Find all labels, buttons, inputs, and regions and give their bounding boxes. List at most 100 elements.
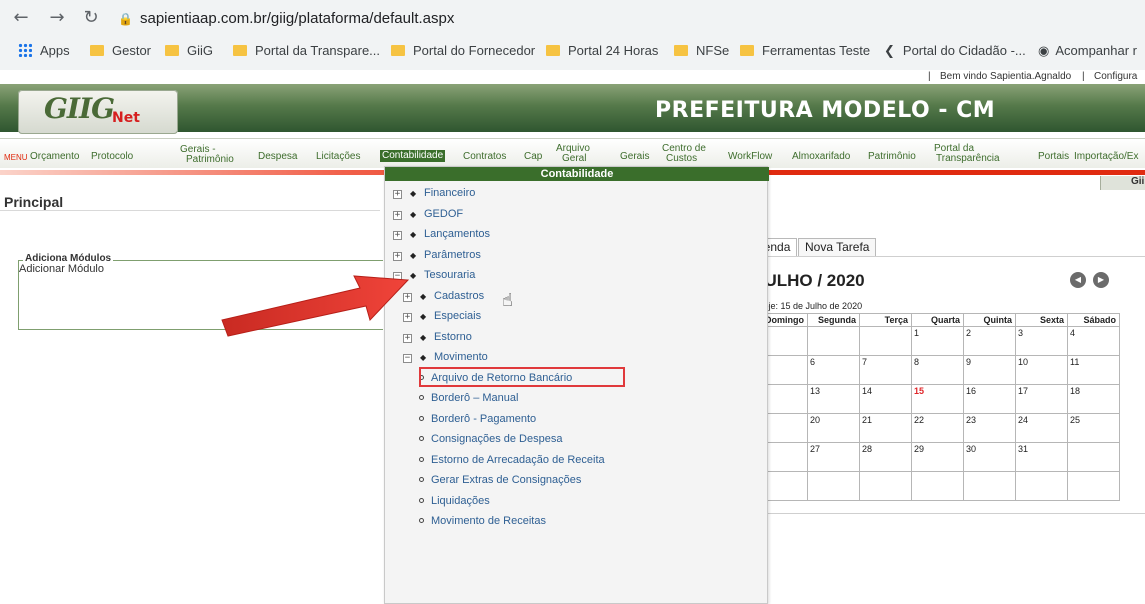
- separator: |: [1082, 71, 1085, 82]
- menu-item-workflow[interactable]: WorkFlow: [728, 152, 772, 162]
- tab-nova-tarefa[interactable]: Nova Tarefa: [798, 238, 877, 256]
- calendar-day[interactable]: 2: [963, 326, 1016, 356]
- bookmark-portal-fornecedor[interactable]: Portal do Fornecedor: [391, 42, 535, 60]
- menu-item-arquivo-geral-line2[interactable]: Geral: [562, 154, 586, 164]
- bookmark-apps[interactable]: Apps: [18, 42, 70, 60]
- calendar-day[interactable]: 30: [963, 442, 1016, 472]
- calendar-body: 1234567891011121314151617181920212223242…: [755, 326, 1120, 501]
- bookmark-portal-transparencia[interactable]: Portal da Transpare...: [233, 42, 380, 60]
- menu-item-orcamento[interactable]: Orçamento: [30, 152, 79, 162]
- menu-item-almoxarifado[interactable]: Almoxarifado: [792, 152, 850, 162]
- calendar-day[interactable]: [807, 326, 860, 356]
- next-month-icon[interactable]: ▶: [1093, 272, 1109, 288]
- menu-item-contratos[interactable]: Contratos: [463, 152, 506, 162]
- calendar-day[interactable]: [911, 471, 964, 501]
- menu-tree-item[interactable]: Liquidações: [419, 493, 490, 509]
- calendar-day[interactable]: 17: [1015, 384, 1068, 414]
- collapse-icon[interactable]: −: [403, 354, 412, 363]
- forward-arrow-icon[interactable]: →: [46, 7, 68, 29]
- menu-tree-item[interactable]: Estorno de Arrecadação de Receita: [419, 452, 605, 468]
- calendar-day[interactable]: [1067, 442, 1120, 472]
- calendar-day[interactable]: 10: [1015, 355, 1068, 385]
- calendar-day[interactable]: 18: [1067, 384, 1120, 414]
- bookmark-ferramentas-teste[interactable]: Ferramentas Teste: [740, 42, 870, 60]
- calendar-day[interactable]: 4: [1067, 326, 1120, 356]
- menu-item-gerais-patrimonio-line2[interactable]: Patrimônio: [186, 155, 234, 165]
- menu-item-importacao[interactable]: Importação/Ex: [1074, 152, 1138, 162]
- menu-tree-item[interactable]: + ◆ Lançamentos: [393, 226, 490, 242]
- calendar-day[interactable]: 9: [963, 355, 1016, 385]
- diamond-bullet-icon: ◆: [410, 209, 417, 219]
- calendar-day[interactable]: [963, 471, 1016, 501]
- menu-tree-item[interactable]: Gerar Extras de Consignações: [419, 472, 581, 488]
- menu-item-patrimonio[interactable]: Patrimônio: [868, 152, 916, 162]
- bookmark-portal-cidadao[interactable]: ❮ Portal do Cidadão -...: [884, 42, 1026, 60]
- calendar-day[interactable]: [1067, 471, 1120, 501]
- menu-item-cap[interactable]: Cap: [524, 152, 542, 162]
- expand-icon[interactable]: +: [393, 210, 402, 220]
- menu-item-centro-custos-line2[interactable]: Custos: [666, 154, 697, 164]
- add-module-link[interactable]: Adicionar Módulo: [19, 263, 104, 275]
- menu-item-despesa[interactable]: Despesa: [258, 152, 297, 162]
- calendar-day[interactable]: 8: [911, 355, 964, 385]
- menu-tree-item[interactable]: − ◆ Movimento: [403, 349, 488, 365]
- menu-tree-label: Estorno: [434, 330, 472, 343]
- url-field[interactable]: 🔒 sapientiaap.com.br/giig/plataforma/defa…: [118, 5, 1145, 33]
- calendar-day[interactable]: 27: [807, 442, 860, 472]
- expand-icon[interactable]: +: [393, 231, 402, 240]
- folder-icon: [90, 45, 104, 56]
- calendar-day[interactable]: 24: [1015, 413, 1068, 443]
- config-link[interactable]: Configura: [1094, 71, 1137, 82]
- calendar-day[interactable]: 25: [1067, 413, 1120, 443]
- calendar-day[interactable]: 11: [1067, 355, 1120, 385]
- calendar-day[interactable]: 1: [911, 326, 964, 356]
- menu-tree-item[interactable]: Borderô – Manual: [419, 390, 518, 406]
- calendar-day[interactable]: 7: [859, 355, 912, 385]
- calendar-day[interactable]: 28: [859, 442, 912, 472]
- calendar-day[interactable]: [859, 326, 912, 356]
- menu-item-gerais[interactable]: Gerais: [620, 152, 649, 162]
- menu-item-contabilidade[interactable]: Contabilidade: [380, 150, 446, 162]
- calendar-day[interactable]: 23: [963, 413, 1016, 443]
- calendar-day[interactable]: [859, 471, 912, 501]
- menu-tree-item[interactable]: + ◆ Cadastros: [403, 288, 484, 304]
- calendar-day[interactable]: 29: [911, 442, 964, 472]
- folder-icon: [740, 45, 754, 56]
- calendar-day[interactable]: 13: [807, 384, 860, 414]
- menu-item-protocolo[interactable]: Protocolo: [91, 152, 133, 162]
- calendar-day[interactable]: 31: [1015, 442, 1068, 472]
- bookmark-giig[interactable]: GiiG: [165, 42, 213, 60]
- calendar-day[interactable]: 21: [859, 413, 912, 443]
- back-arrow-icon[interactable]: ←: [10, 7, 32, 29]
- prev-month-icon[interactable]: ◀: [1070, 272, 1086, 288]
- menu-item-portal-transparencia-line2[interactable]: Transparência: [936, 154, 1000, 164]
- menu-tree-item[interactable]: + ◆ GEDOF: [393, 206, 463, 222]
- menu-tree-item[interactable]: Movimento de Receitas: [419, 513, 546, 529]
- calendar-day[interactable]: 3: [1015, 326, 1068, 356]
- calendar-day[interactable]: 16: [963, 384, 1016, 414]
- calendar-day[interactable]: [1015, 471, 1068, 501]
- menu-item-portais[interactable]: Portais: [1038, 152, 1069, 162]
- bookmark-gestor[interactable]: Gestor: [90, 42, 151, 60]
- menu-item-licitacoes[interactable]: Licitações: [316, 152, 360, 162]
- expand-icon[interactable]: +: [393, 190, 402, 199]
- calendar-day[interactable]: 14: [859, 384, 912, 414]
- calendar-day[interactable]: 15: [911, 384, 964, 414]
- menu-tree-item[interactable]: + ◆ Financeiro: [393, 185, 475, 201]
- menu-tree-label: GEDOF: [424, 207, 464, 220]
- calendar-day[interactable]: [807, 471, 860, 501]
- calendar-day[interactable]: 20: [807, 413, 860, 443]
- calendar-day[interactable]: 6: [807, 355, 860, 385]
- bookmark-acompanhar[interactable]: ◉ Acompanhar r: [1038, 42, 1137, 60]
- calendar-day[interactable]: 22: [911, 413, 964, 443]
- diamond-bullet-icon: ◆: [410, 189, 417, 198]
- menu-tree-item[interactable]: Consignações de Despesa: [419, 431, 562, 447]
- menu-tree-item[interactable]: + ◆ Estorno: [403, 329, 472, 345]
- right-tab[interactable]: Gii: [1100, 176, 1145, 190]
- menu-tree-item[interactable]: Borderô - Pagamento: [419, 411, 536, 427]
- calendar-week: 262728293031: [755, 442, 1120, 472]
- menu-tree-item[interactable]: + ◆ Especiais: [403, 308, 481, 324]
- bookmark-portal-24-horas[interactable]: Portal 24 Horas: [546, 42, 658, 60]
- reload-icon[interactable]: ↻: [80, 7, 102, 29]
- bookmark-nfse[interactable]: NFSe: [674, 42, 729, 60]
